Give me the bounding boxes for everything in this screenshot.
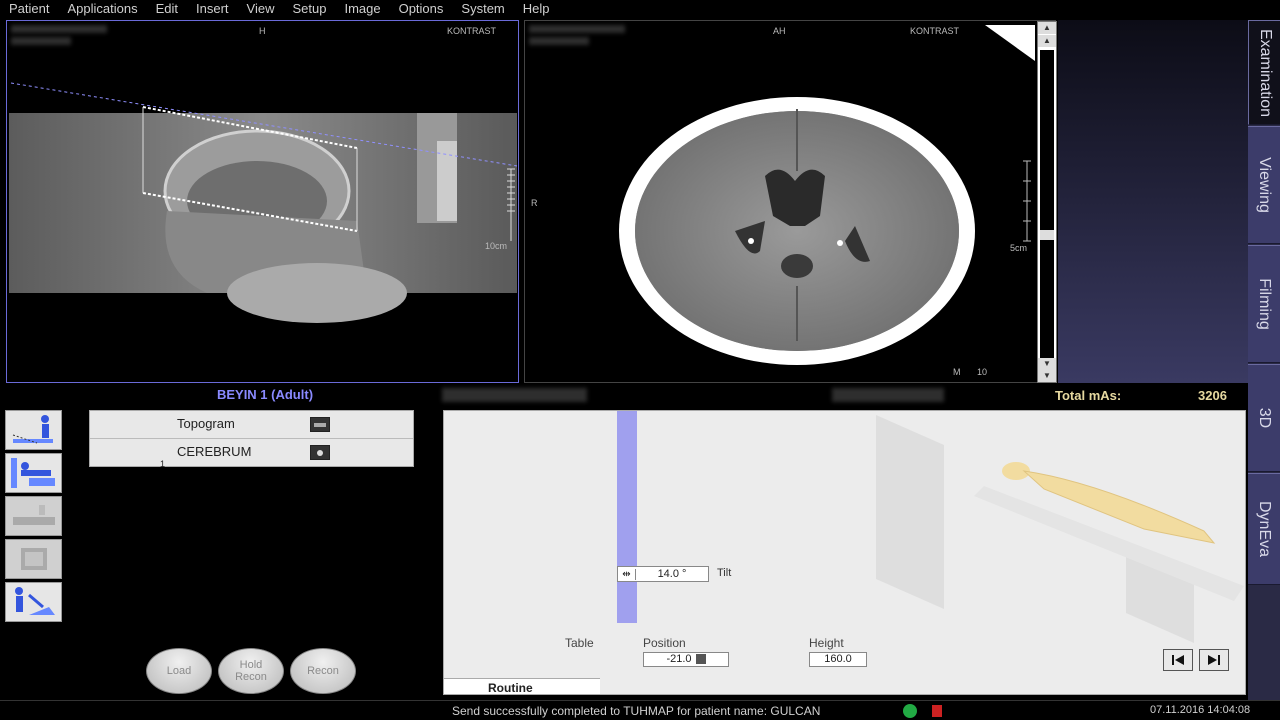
patient-exit-icon	[14, 587, 55, 615]
network-status-icon	[903, 704, 917, 718]
protocol-row-label: CEREBRUM	[177, 444, 252, 459]
height-field[interactable]: 160.0	[809, 652, 867, 667]
menu-patient[interactable]: Patient	[0, 0, 58, 18]
image-scrollbar[interactable]: ▲ ▲ ▼ ▼	[1037, 21, 1057, 383]
tab-filming-label: Filming	[1256, 278, 1273, 330]
protocol-row-cerebrum[interactable]: CEREBRUM 1	[90, 439, 413, 469]
position-value: -21.0	[666, 653, 692, 665]
menu-setup[interactable]: Setup	[283, 0, 335, 18]
spiral-scan-icon	[310, 445, 330, 460]
total-mas-value: 3206	[1198, 388, 1227, 403]
position-label: Position	[643, 636, 686, 650]
tab-viewing-label: Viewing	[1256, 157, 1273, 213]
total-mas-label: Total mAs:	[1055, 388, 1122, 403]
patient-exit-button[interactable]	[5, 582, 62, 622]
side-background	[1058, 20, 1248, 383]
protocol-row-number: 1	[160, 459, 166, 469]
protocol-row-label: Topogram	[177, 416, 235, 431]
recon-button[interactable]: Recon	[290, 648, 356, 694]
axial-ct-viewport[interactable]: AH KONTRAST R 5cm M 10	[524, 20, 1056, 383]
protocol-list: Topogram CEREBRUM 1	[89, 410, 414, 469]
scroll-down-button[interactable]: ▼	[1038, 358, 1056, 370]
blurred-header-info-2	[832, 388, 944, 402]
menu-view[interactable]: View	[238, 0, 284, 18]
topogram-image	[9, 82, 518, 323]
bottom-value: 10	[977, 367, 988, 377]
tab-filming[interactable]: Filming	[1248, 245, 1280, 363]
height-label: Height	[809, 636, 844, 650]
table-label: Table	[565, 636, 594, 650]
tab-examination-label: Examination	[1256, 28, 1274, 117]
height-value: 160.0	[824, 653, 852, 665]
gantry-button[interactable]	[5, 539, 62, 579]
patient-lying-icon	[10, 458, 55, 488]
task-card-tabs: Examination Viewing Filming 3D DynEva	[1248, 20, 1280, 700]
menu-bar: Patient Applications Edit Insert View Se…	[0, 0, 1280, 18]
scale-label: 5cm	[1010, 243, 1028, 253]
spin-down-icon[interactable]	[695, 654, 706, 665]
topogram-viewport[interactable]: H KONTRAST A 10cm	[6, 20, 519, 383]
menu-image[interactable]: Image	[335, 0, 389, 18]
load-button[interactable]: Load	[146, 648, 212, 694]
table-icon	[12, 505, 55, 525]
tab-dyneva-label: DynEva	[1256, 500, 1273, 558]
scroll-up-button-2[interactable]: ▲	[1038, 35, 1056, 47]
patient-position-button[interactable]	[5, 410, 62, 450]
skip-forward-icon	[1208, 655, 1220, 665]
hold-recon-button[interactable]: Hold Recon	[218, 648, 284, 694]
nav-first-button[interactable]	[1163, 649, 1193, 671]
patient-standing-icon	[12, 415, 53, 444]
scroll-track[interactable]	[1040, 50, 1054, 370]
protocol-title: BEYIN 1 (Adult)	[216, 387, 314, 402]
tab-viewing[interactable]: Viewing	[1248, 126, 1280, 244]
skip-back-icon	[1172, 655, 1184, 665]
nav-last-button[interactable]	[1199, 649, 1229, 671]
tab-3d-label: 3D	[1256, 407, 1273, 429]
blurred-header-info	[442, 388, 587, 402]
corner-triangle-icon	[985, 25, 1035, 61]
topogram-icon	[310, 417, 330, 432]
menu-insert[interactable]: Insert	[187, 0, 238, 18]
status-bar: Send successfully completed to TUHMAP fo…	[0, 700, 1280, 720]
scale-label: 10cm	[485, 241, 508, 251]
status-time: 07.11.2016 14:04:08	[1150, 704, 1251, 716]
menu-options[interactable]: Options	[390, 0, 453, 18]
bottom-marker: M	[953, 367, 961, 377]
tab-routine[interactable]: Routine	[444, 678, 600, 694]
gantry-panel: ⇹ 14.0 ° Tilt Table Position Height -21.…	[443, 410, 1246, 695]
menu-edit[interactable]: Edit	[147, 0, 187, 18]
topogram-scan-button[interactable]	[5, 453, 62, 493]
tab-examination[interactable]: Examination	[1248, 20, 1280, 125]
alert-status-icon	[932, 705, 942, 717]
table-move-button[interactable]	[5, 496, 62, 536]
protocol-row-topogram[interactable]: Topogram	[90, 411, 413, 439]
axial-ct-image	[619, 25, 1035, 365]
gantry-icon	[20, 548, 47, 570]
status-message: Send successfully completed to TUHMAP fo…	[452, 704, 821, 718]
position-field[interactable]: -21.0	[643, 652, 729, 667]
scroll-up-button[interactable]: ▲	[1038, 22, 1056, 34]
menu-help[interactable]: Help	[514, 0, 559, 18]
menu-system[interactable]: System	[452, 0, 513, 18]
menu-applications[interactable]: Applications	[58, 0, 146, 18]
scroll-thumb[interactable]	[1040, 230, 1054, 240]
scroll-down-button-2[interactable]: ▼	[1038, 370, 1056, 382]
status-icons	[903, 704, 942, 718]
tab-3d[interactable]: 3D	[1248, 364, 1280, 472]
tab-dyneva[interactable]: DynEva	[1248, 473, 1280, 585]
